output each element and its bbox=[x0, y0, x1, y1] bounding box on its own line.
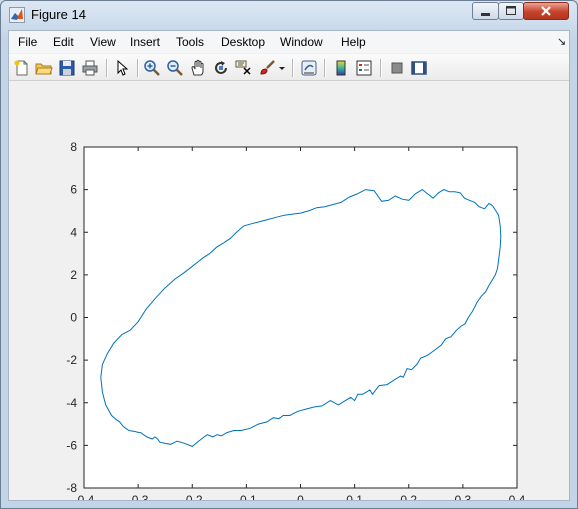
close-button[interactable] bbox=[523, 2, 569, 20]
x-tick-label: 0 bbox=[297, 493, 304, 500]
y-tick-label: 8 bbox=[70, 140, 77, 154]
toolbar-separator bbox=[324, 59, 326, 77]
menu-file[interactable]: File bbox=[18, 35, 37, 49]
hide-plot-tools-icon[interactable] bbox=[388, 59, 406, 77]
select-arrow-icon[interactable] bbox=[113, 59, 131, 77]
x-tick-label: -0.3 bbox=[128, 493, 149, 500]
figure-client-area: File Edit View Insert Tools Desktop Wind… bbox=[8, 30, 570, 507]
menu-help[interactable]: Help bbox=[341, 35, 366, 49]
menu-view[interactable]: View bbox=[90, 35, 116, 49]
y-tick-label: -8 bbox=[66, 481, 77, 495]
figure-toolbar bbox=[9, 54, 569, 81]
y-tick-label: 4 bbox=[70, 225, 77, 239]
x-tick-label: 0.2 bbox=[400, 493, 417, 500]
axes-box[interactable] bbox=[83, 146, 518, 489]
title-bar[interactable]: Figure 14 bbox=[1, 1, 577, 29]
new-figure-icon[interactable] bbox=[13, 59, 31, 77]
print-icon[interactable] bbox=[81, 59, 99, 77]
x-tick-label: -0.1 bbox=[236, 493, 257, 500]
y-tick-label: -4 bbox=[66, 396, 77, 410]
minimize-icon bbox=[481, 13, 490, 16]
menu-insert[interactable]: Insert bbox=[130, 35, 160, 49]
minimize-button[interactable] bbox=[472, 2, 499, 20]
pan-hand-icon[interactable] bbox=[189, 59, 207, 77]
menu-window[interactable]: Window bbox=[280, 35, 323, 49]
x-tick-label: 0.3 bbox=[455, 493, 472, 500]
figure-canvas: -0.4 -0.3 -0.2 -0.1 0 0.1 0.2 0.3 0.4 -8 -6 -4 -2 0 2 4… bbox=[9, 81, 569, 507]
y-tick-label: 6 bbox=[70, 183, 77, 197]
matlab-app-icon bbox=[9, 7, 25, 23]
x-tick-label: -0.2 bbox=[182, 493, 203, 500]
brush-dropdown-icon[interactable] bbox=[277, 59, 287, 77]
rotate-3d-icon[interactable] bbox=[212, 59, 230, 77]
y-tick-label: 2 bbox=[70, 268, 77, 282]
insert-legend-icon[interactable] bbox=[355, 59, 373, 77]
menu-edit[interactable]: Edit bbox=[53, 35, 74, 49]
x-tick-label: 0.4 bbox=[509, 493, 526, 500]
toolbar-separator bbox=[106, 59, 108, 77]
close-icon bbox=[541, 6, 551, 16]
toolbar-separator bbox=[292, 59, 294, 77]
save-icon[interactable] bbox=[58, 59, 76, 77]
brush-icon[interactable] bbox=[258, 59, 276, 77]
zoom-out-icon[interactable] bbox=[166, 59, 184, 77]
zoom-in-icon[interactable] bbox=[143, 59, 161, 77]
toolbar-separator bbox=[137, 59, 139, 77]
y-tick-label: -2 bbox=[66, 353, 77, 367]
menu-bar: File Edit View Insert Tools Desktop Wind… bbox=[9, 31, 569, 53]
x-tick-label: 0.1 bbox=[346, 493, 363, 500]
link-plot-icon[interactable] bbox=[300, 59, 318, 77]
toolbar-separator bbox=[380, 59, 382, 77]
menu-tools[interactable]: Tools bbox=[176, 35, 204, 49]
open-file-icon[interactable] bbox=[35, 59, 53, 77]
dock-arrow-icon[interactable]: ↘ bbox=[557, 35, 566, 48]
y-tick-label: -6 bbox=[66, 438, 77, 452]
maximize-icon bbox=[506, 6, 516, 15]
y-tick-label: 0 bbox=[70, 311, 77, 325]
plot-svg: -0.4 -0.3 -0.2 -0.1 0 0.1 0.2 0.3 0.4-8-6-4-2024… bbox=[66, 140, 526, 507]
insert-colorbar-icon[interactable] bbox=[332, 59, 350, 77]
data-cursor-icon[interactable] bbox=[235, 59, 253, 77]
maximize-button[interactable] bbox=[498, 2, 524, 20]
figure-window: Figure 14 File Edit View Insert Tools De… bbox=[0, 0, 578, 509]
show-plot-tools-icon[interactable] bbox=[410, 59, 428, 77]
window-title: Figure 14 bbox=[31, 7, 86, 22]
menu-desktop[interactable]: Desktop bbox=[221, 35, 265, 49]
